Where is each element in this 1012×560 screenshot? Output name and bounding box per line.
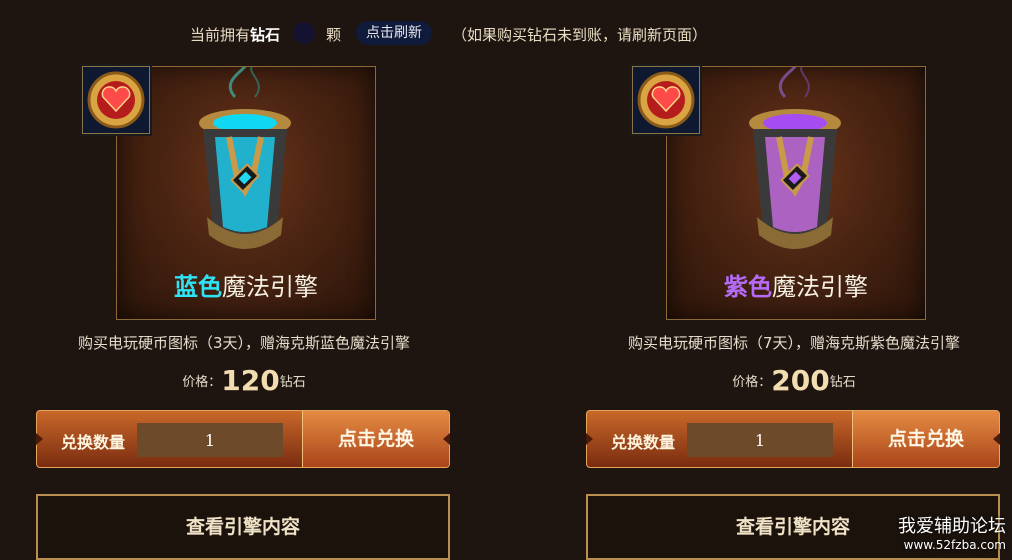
bar-left-notch (586, 433, 593, 445)
view-engine-contents-button[interactable]: 查看引擎内容 (36, 494, 450, 560)
blue-engine-icon (199, 67, 291, 249)
product-card-purple: 紫色魔法引擎 购买电玩硬币图标（7天），赠海克斯紫色魔法引擎 价格：200钻石 … (584, 64, 1004, 560)
bar-right-notch (443, 433, 450, 445)
product-image-frame: 蓝色魔法引擎 (116, 66, 376, 320)
quantity-label: 兑换数量 (61, 433, 126, 452)
balance-unit: 颗 (326, 26, 342, 44)
bar-right-notch (993, 433, 1000, 445)
product-name: 紫色魔法引擎 (724, 273, 868, 301)
quantity-input[interactable] (137, 423, 283, 457)
coin-icon (632, 66, 700, 134)
exchange-bar: 兑换数量 点击兑换 (586, 410, 1000, 468)
balance-label: 当前拥有钻石 (190, 26, 281, 44)
product-description: 购买电玩硬币图标（7天），赠海克斯紫色魔法引擎 (627, 334, 961, 352)
coin-icon (82, 66, 150, 134)
diamond-balance-bar: 当前拥有钻石 颗 点击刷新 （如果购买钻石未到账，请刷新页面） (0, 20, 1012, 48)
quantity-label: 兑换数量 (611, 433, 676, 452)
refresh-button[interactable]: 点击刷新 (356, 21, 432, 45)
purple-engine-icon (749, 67, 841, 249)
site-watermark: 我爱辅助论坛 www.52fzba.com (898, 516, 1006, 552)
price-label: 价格：200钻石 (732, 364, 856, 397)
bar-left-notch (36, 433, 43, 445)
quantity-input[interactable] (687, 423, 833, 457)
exchange-bar: 兑换数量 点击兑换 (36, 410, 450, 468)
refresh-note: （如果购买钻石未到账，请刷新页面） (452, 26, 708, 44)
product-card-blue: 蓝色魔法引擎 购买电玩硬币图标（3天），赠海克斯蓝色魔法引擎 价格：120钻石 … (34, 64, 454, 560)
product-image-frame: 紫色魔法引擎 (666, 66, 926, 320)
price-value: 200 (771, 364, 830, 397)
diamond-count-indicator (293, 22, 315, 44)
exchange-button[interactable]: 点击兑换 (302, 411, 449, 467)
price-label: 价格：120钻石 (182, 364, 306, 397)
product-description: 购买电玩硬币图标（3天），赠海克斯蓝色魔法引擎 (77, 334, 411, 352)
product-name: 蓝色魔法引擎 (174, 273, 318, 301)
price-value: 120 (221, 364, 280, 397)
exchange-button[interactable]: 点击兑换 (852, 411, 999, 467)
